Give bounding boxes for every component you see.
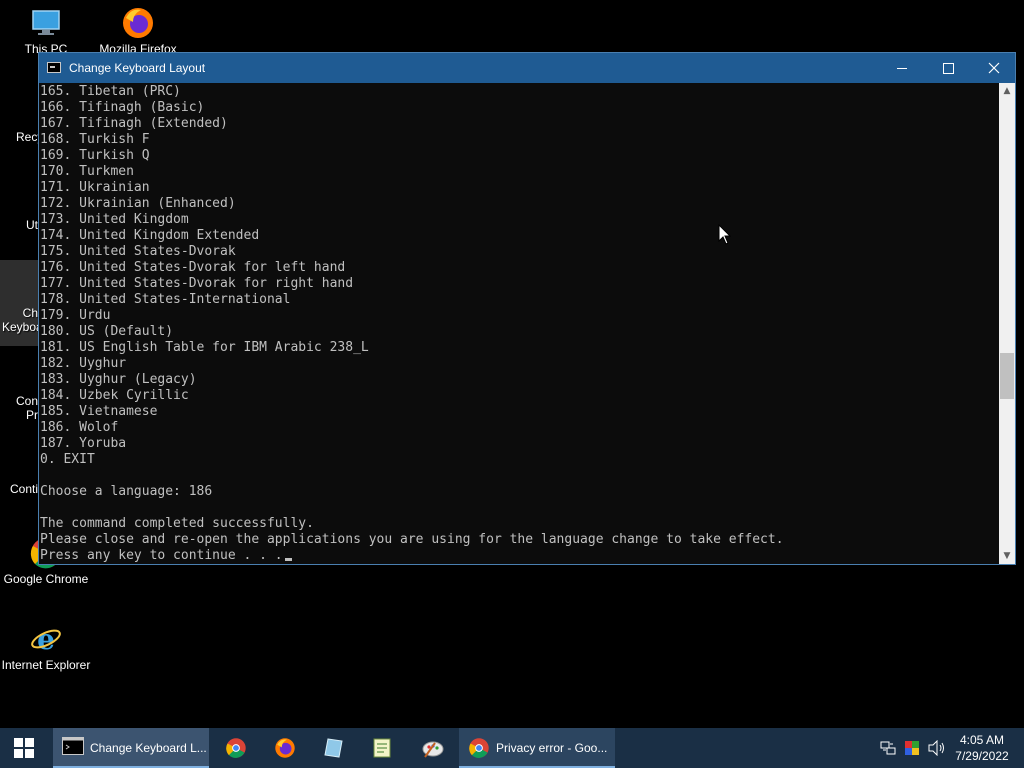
console-line: 182. Uyghur [40, 356, 127, 371]
console-line: 169. Turkish Q [40, 148, 150, 163]
scroll-thumb[interactable] [1000, 353, 1014, 399]
console-line: 185. Vietnamese [40, 404, 158, 419]
desktop-icon-this-pc[interactable]: This PC [0, 6, 92, 56]
desktop-icon-label: Conti [10, 482, 39, 496]
console-output[interactable]: 165. Tibetan (PRC) 166. Tifinagh (Basic) 1… [39, 83, 999, 565]
network-icon[interactable] [880, 740, 896, 756]
document-app-icon [324, 738, 343, 758]
internet-explorer-icon: e [31, 623, 61, 656]
console-line: Please close and re-open the application… [40, 532, 784, 547]
console-line: 172. Ukrainian (Enhanced) [40, 196, 236, 211]
close-button[interactable] [971, 53, 1017, 83]
desktop-icon-label: Internet Explorer [1, 658, 91, 672]
svg-text:e: e [37, 623, 55, 656]
vertical-scrollbar[interactable]: ▲ ▼ [999, 83, 1015, 564]
console-line: 181. US English Table for IBM Arabic 238… [40, 340, 369, 355]
console-line: 171. Ukrainian [40, 180, 150, 195]
taskbar-pin-app[interactable] [310, 728, 358, 768]
mouse-pointer-icon [718, 224, 732, 245]
computer-icon [32, 10, 60, 35]
taskbar-clock[interactable]: 4:05 AM 7/29/2022 [950, 732, 1014, 764]
firefox-icon [275, 738, 295, 758]
console-line: Press any key to continue . . . [39, 548, 999, 564]
windows-logo-icon [14, 738, 34, 758]
clock-date: 7/29/2022 [955, 749, 1009, 763]
console-line: 180. US (Default) [40, 324, 174, 339]
desktop-icon-firefox[interactable]: Mozilla Firefox [92, 6, 184, 56]
console-line: 167. Tifinagh (Extended) [40, 116, 228, 131]
desktop-icon-label: Ut [26, 218, 38, 232]
clock-time: 4:05 AM [959, 733, 1005, 747]
chrome-icon [469, 738, 489, 758]
taskbar-pin-paint[interactable] [408, 728, 456, 768]
console-line: 187. Yoruba [40, 436, 127, 451]
console-app-icon [47, 62, 61, 73]
desktop-icon-label: Con Pr [15, 394, 38, 422]
console-line: 186. Wolof [40, 420, 119, 435]
scroll-up-arrow-icon[interactable]: ▲ [999, 83, 1015, 99]
text-cursor [284, 558, 292, 561]
desktop-icon-change-keyboard[interactable]: Ch Keyboa [0, 260, 43, 346]
notepad-icon [373, 738, 391, 758]
taskbar-pin-chrome[interactable] [212, 728, 260, 768]
console-line: 166. Tifinagh (Basic) [40, 100, 205, 115]
taskbar: Change Keyboard L... Privacy error - Goo… [0, 728, 1024, 768]
console-icon [62, 737, 84, 755]
scroll-down-arrow-icon[interactable]: ▼ [999, 548, 1015, 564]
console-line: 183. Uyghur (Legacy) [40, 372, 197, 387]
console-line: 178. United States-International [40, 292, 291, 307]
window-title: Change Keyboard Layout [69, 61, 206, 75]
taskbar-pin-editor[interactable] [358, 728, 406, 768]
console-line: 0. EXIT [40, 452, 95, 467]
console-line: 176. United States-Dvorak for left hand [40, 260, 346, 275]
taskbar-task-label: Privacy error - Goo... [496, 741, 608, 755]
console-line: The command completed successfully. [40, 516, 314, 531]
desktop-icon-label: Ch Keyboa [2, 306, 43, 334]
taskbar-pin-firefox[interactable] [261, 728, 309, 768]
volume-icon[interactable] [928, 740, 946, 756]
console-line: 170. Turkmen [40, 164, 134, 179]
start-button[interactable] [0, 728, 48, 768]
window-titlebar[interactable]: Change Keyboard Layout [39, 53, 1015, 83]
desktop: This PC Mozilla Firefox Recy Ut Ch Keybo… [0, 0, 1024, 728]
console-line: 174. United Kingdom Extended [40, 228, 260, 243]
minimize-button[interactable] [879, 53, 925, 83]
paint-icon [422, 741, 444, 758]
firefox-icon [123, 8, 153, 38]
taskbar-task-privacy-error[interactable]: Privacy error - Goo... [459, 728, 615, 768]
console-line: 175. United States-Dvorak [40, 244, 236, 259]
desktop-icon-label: Google Chrome [3, 572, 89, 586]
taskbar-task-change-keyboard[interactable]: Change Keyboard L... [53, 728, 209, 768]
console-line: 173. United Kingdom [40, 212, 189, 227]
chrome-icon [226, 738, 246, 758]
console-line: 168. Turkish F [40, 132, 150, 147]
maximize-button[interactable] [925, 53, 971, 83]
display-icon[interactable] [904, 740, 920, 756]
taskbar-task-label: Change Keyboard L... [90, 741, 207, 755]
console-line: 165. Tibetan (PRC) [40, 84, 181, 99]
console-line: 184. Uzbek Cyrillic [40, 388, 189, 403]
console-line: 179. Urdu [40, 308, 111, 323]
console-window[interactable]: Change Keyboard Layout 165. Tibetan (PRC… [38, 52, 1016, 565]
close-icon [988, 62, 1000, 74]
console-line: Choose a language: 186 [40, 484, 213, 499]
console-line: 177. United States-Dvorak for right hand [40, 276, 354, 291]
desktop-icon-internet-explorer[interactable]: e Internet Explorer [0, 622, 92, 672]
